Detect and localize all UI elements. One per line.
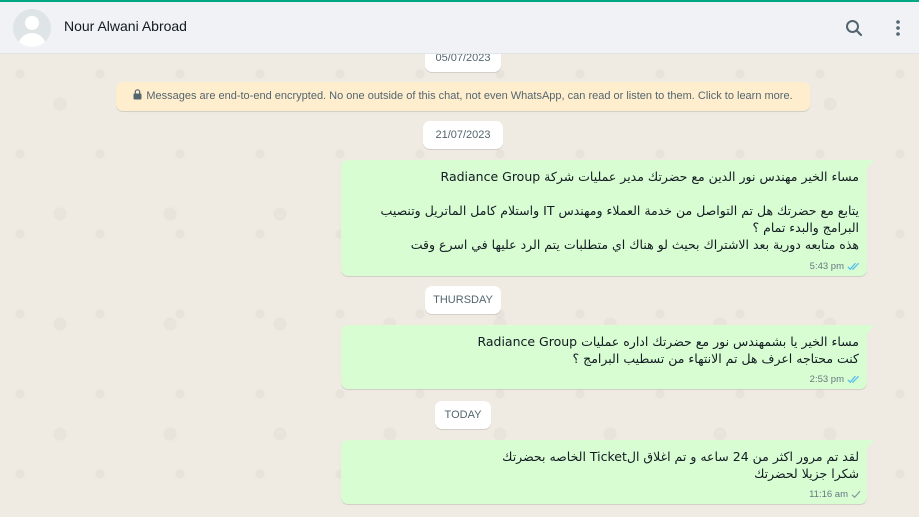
message-time: 2:53 pm <box>809 374 844 385</box>
message-meta: 5:43 pm <box>810 261 861 272</box>
message-bubble[interactable]: لقد تم مرور اكثر من 24 ساعه و تم اغلاق ا… <box>341 440 874 504</box>
double-check-icon <box>844 261 861 272</box>
message-text: مساء الخير مهندس نور الدين مع حضرتك مدير… <box>380 169 859 252</box>
message-text: مساء الخير يا بشمهندس نور مع حضرتك اداره… <box>477 334 859 366</box>
date-chip: 05/07/2023 <box>425 54 501 72</box>
message-meta: 2:53 pm <box>810 374 861 385</box>
chat-header[interactable]: Nour Alwani Abroad <box>0 2 919 54</box>
message-time: 11:16 am <box>809 489 848 500</box>
avatar-body <box>18 33 46 47</box>
encryption-notice-text: Messages are end-to-end encrypted. No on… <box>146 90 793 102</box>
avatar[interactable] <box>13 9 51 47</box>
message-time: 5:43 pm <box>809 261 844 272</box>
lock-icon <box>133 83 142 111</box>
message-meta: 11:16 am <box>809 489 861 500</box>
contact-name[interactable]: Nour Alwani Abroad <box>64 18 187 34</box>
search-icon[interactable] <box>842 16 866 40</box>
encryption-notice[interactable]: Messages are end-to-end encrypted. No on… <box>116 82 810 111</box>
menu-icon[interactable] <box>886 16 910 40</box>
double-check-icon <box>844 374 861 385</box>
check-icon <box>848 489 861 500</box>
date-chip: TODAY <box>435 401 491 429</box>
message-text: لقد تم مرور اكثر من 24 ساعه و تم اغلاق ا… <box>502 449 859 481</box>
date-chip: 21/07/2023 <box>423 121 503 149</box>
date-chip: THURSDAY <box>425 286 501 314</box>
message-bubble[interactable]: مساء الخير يا بشمهندس نور مع حضرتك اداره… <box>341 325 874 389</box>
message-bubble[interactable]: مساء الخير مهندس نور الدين مع حضرتك مدير… <box>341 160 874 276</box>
chat-panel[interactable]: 05/07/2023 Messages are end-to-end encry… <box>0 54 919 517</box>
avatar-head <box>25 16 39 30</box>
